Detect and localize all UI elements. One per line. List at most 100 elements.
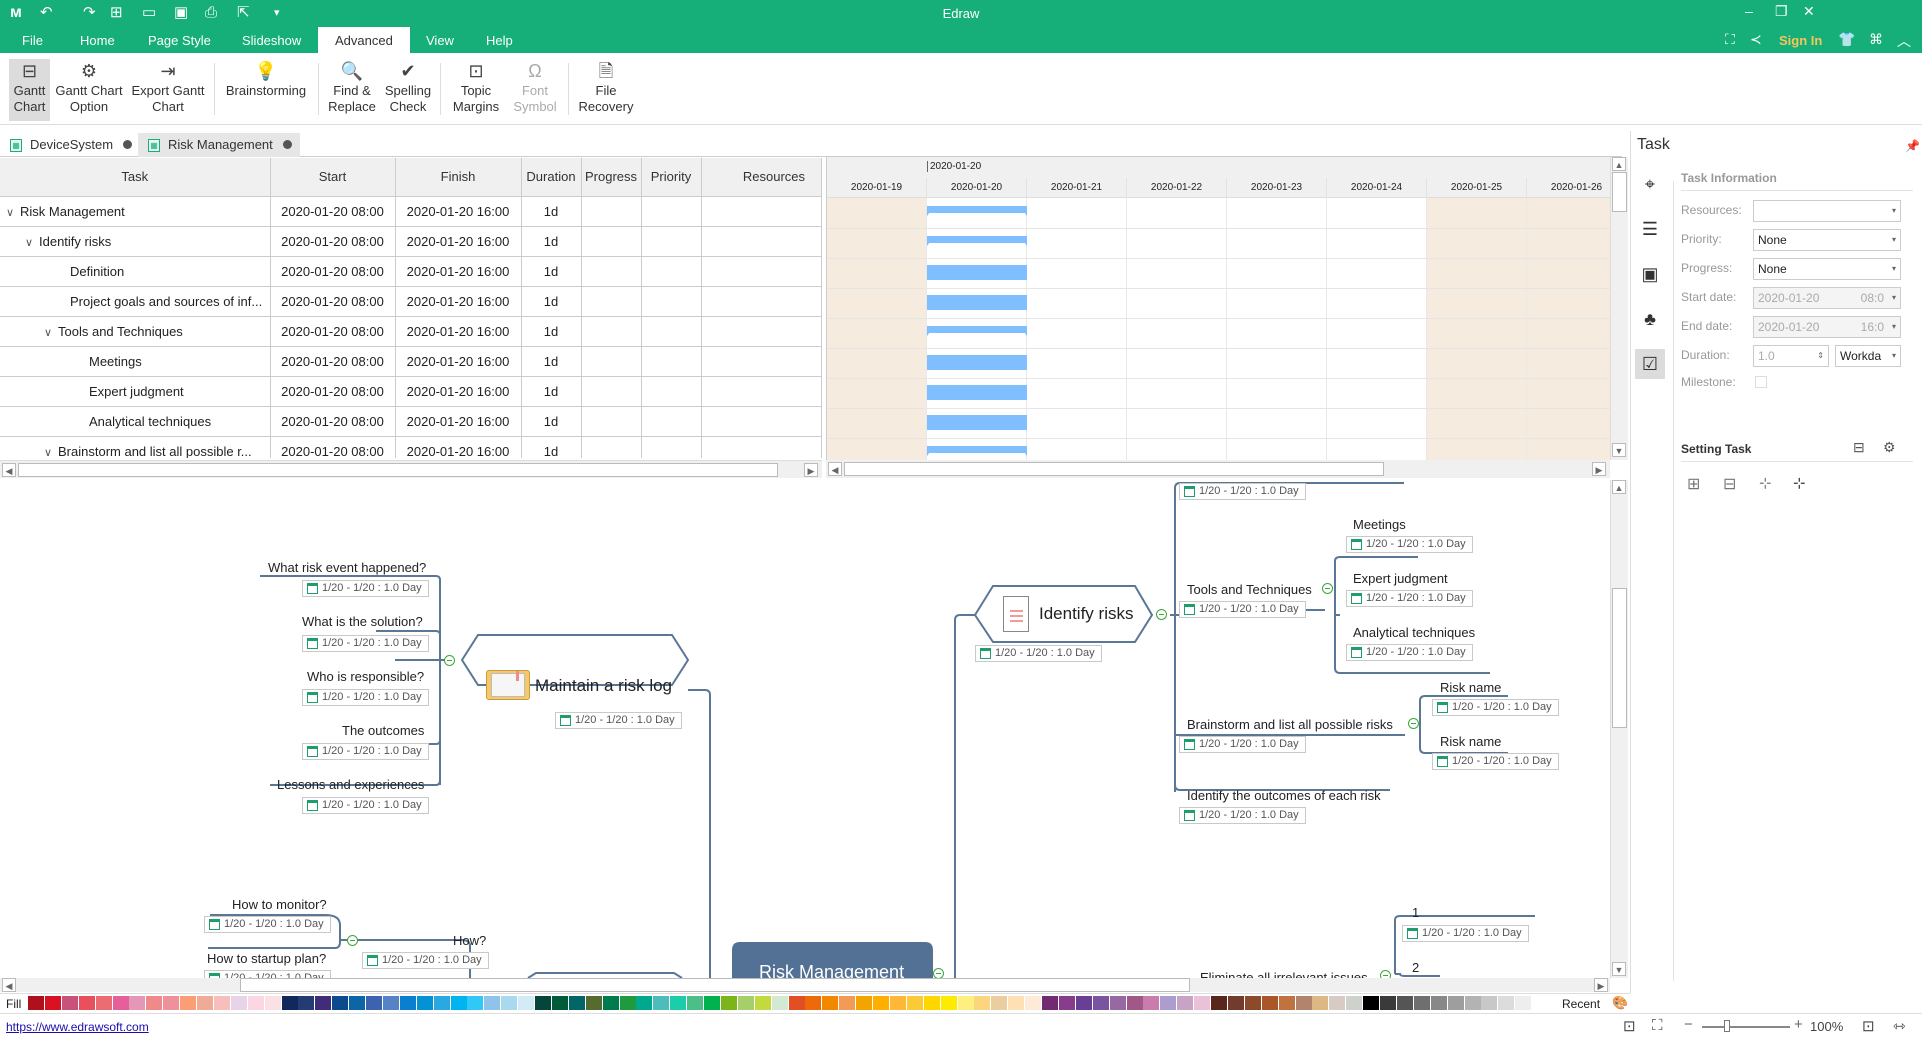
cell-start[interactable]: 2020-01-20 08:00 [270, 376, 396, 407]
color-swatch[interactable] [1396, 996, 1413, 1010]
collapse-toggle[interactable] [1380, 970, 1391, 978]
chevron-down-icon[interactable]: ∨ [44, 446, 58, 459]
recent-colors-label[interactable]: Recent [1562, 997, 1600, 1011]
central-topic[interactable]: Risk Management [759, 962, 904, 978]
color-swatch[interactable] [771, 996, 788, 1010]
color-swatch[interactable] [450, 996, 467, 1010]
cell-priority[interactable] [641, 376, 702, 407]
cell-finish[interactable]: 2020-01-20 16:00 [395, 316, 522, 347]
subtopic[interactable]: The outcomes [342, 723, 424, 738]
color-swatch[interactable] [44, 996, 61, 1010]
add-subtask-icon[interactable]: ⊹ [1759, 474, 1772, 492]
cell-resources[interactable] [701, 226, 822, 257]
remove-subtask-icon[interactable]: ⊹ [1793, 474, 1806, 492]
fullscreen-icon[interactable]: ⛶ [1652, 1017, 1663, 1034]
color-swatch[interactable] [568, 996, 585, 1010]
color-swatch[interactable] [382, 996, 399, 1010]
color-swatch[interactable] [1498, 996, 1515, 1010]
color-swatch[interactable] [1160, 996, 1177, 1010]
column-header-resources[interactable]: Resources [701, 158, 822, 197]
color-swatch[interactable] [636, 996, 653, 1010]
remove-task-icon[interactable]: ⊟ [1723, 474, 1736, 494]
export-icon[interactable]: ⇱ [237, 4, 250, 22]
color-swatch[interactable] [433, 996, 450, 1010]
cell-duration[interactable]: 1d [521, 256, 582, 287]
color-swatch[interactable] [822, 996, 839, 1010]
subtopic[interactable]: Meetings [1353, 517, 1406, 532]
cell-resources[interactable] [701, 436, 822, 458]
collapse-toggle[interactable] [347, 935, 358, 946]
subtopic[interactable]: Brainstorm and list all possible risks [1187, 717, 1393, 732]
color-swatch[interactable] [61, 996, 78, 1010]
color-swatch[interactable] [670, 996, 687, 1010]
color-swatch[interactable] [1211, 996, 1227, 1010]
color-swatch[interactable] [991, 996, 1008, 1010]
cell-start[interactable]: 2020-01-20 08:00 [270, 316, 396, 347]
cell-start[interactable]: 2020-01-20 08:00 [270, 256, 396, 287]
color-swatch[interactable] [1329, 996, 1346, 1010]
cell-task[interactable]: Expert judgment [0, 376, 271, 407]
column-header-task[interactable]: Task [0, 158, 271, 197]
color-swatch[interactable] [839, 996, 856, 1010]
color-swatch[interactable] [163, 996, 180, 1010]
cell-progress[interactable] [581, 286, 642, 317]
share-icon[interactable]: ≺ [1750, 31, 1762, 48]
menu-page-style[interactable]: Page Style [134, 27, 225, 53]
find-replace-button[interactable]: 🔍 Find & Replace [326, 59, 378, 121]
task-bar[interactable] [927, 385, 1027, 400]
column-header-progress[interactable]: Progress [581, 158, 642, 197]
scrollbar-thumb[interactable] [240, 978, 1190, 992]
color-swatch[interactable] [332, 996, 349, 1010]
font-symbol-button[interactable]: Ω Font Symbol [508, 59, 562, 121]
color-swatch[interactable] [1227, 996, 1244, 1010]
subtopic[interactable]: Lessons and experiences [277, 777, 424, 792]
cell-task[interactable]: Meetings [0, 346, 271, 377]
column-header-finish[interactable]: Finish [395, 158, 522, 197]
color-swatch[interactable] [1515, 996, 1532, 1010]
gantt-chart-option-button[interactable]: ⚙ Gantt Chart Option [54, 59, 124, 121]
color-swatch[interactable] [1363, 996, 1380, 1010]
task-bar[interactable] [927, 265, 1027, 280]
zoom-slider-track[interactable] [1702, 1026, 1790, 1028]
color-swatch[interactable] [1312, 996, 1329, 1010]
table-row[interactable]: Project goals and sources of inf... 2020-… [0, 286, 822, 317]
cell-start[interactable]: 2020-01-20 08:00 [270, 226, 396, 257]
color-swatch[interactable] [974, 996, 991, 1010]
color-swatch[interactable] [129, 996, 146, 1010]
scrollbar-thumb[interactable] [18, 463, 778, 477]
color-swatch[interactable] [1430, 996, 1447, 1010]
zoom-in-icon[interactable]: + [1794, 1016, 1803, 1033]
color-swatch[interactable] [1244, 996, 1261, 1010]
scroll-left-icon[interactable]: ◀ [2, 463, 16, 477]
color-swatch[interactable] [585, 996, 602, 1010]
scroll-up-icon[interactable]: ▲ [1612, 157, 1626, 171]
fit-window-icon[interactable]: ⊡ [1862, 1017, 1875, 1035]
customize-icon[interactable]: ▾ [274, 4, 280, 22]
chevron-down-icon[interactable]: ∨ [44, 326, 58, 339]
gantt-chart-button[interactable]: ⊟ Gantt Chart [9, 59, 50, 121]
color-swatch[interactable] [281, 996, 298, 1010]
color-swatch[interactable] [788, 996, 805, 1010]
color-swatch[interactable] [112, 996, 129, 1010]
milestone-checkbox[interactable] [1755, 376, 1767, 388]
scroll-down-icon[interactable]: ▼ [1612, 962, 1626, 976]
cell-priority[interactable] [641, 196, 702, 227]
progress-dropdown[interactable]: None ▾ [1753, 258, 1901, 280]
brainstorming-button[interactable]: 💡 Brainstorming [222, 59, 310, 121]
color-swatch[interactable] [653, 996, 670, 1010]
menu-home[interactable]: Home [66, 27, 129, 53]
cell-duration[interactable]: 1d [521, 316, 582, 347]
cell-start[interactable]: 2020-01-20 08:00 [270, 436, 396, 458]
cell-priority[interactable] [641, 316, 702, 347]
task-bar[interactable] [927, 295, 1027, 310]
tab-risk-management[interactable]: ▦ Risk Management [138, 133, 300, 157]
collapse-toggle[interactable] [933, 968, 944, 978]
color-swatch[interactable] [1075, 996, 1092, 1010]
color-swatch[interactable] [230, 996, 247, 1010]
cell-finish[interactable]: 2020-01-20 16:00 [395, 286, 522, 317]
website-link[interactable]: https://www.edrawsoft.com [6, 1020, 149, 1034]
topic-margins-button[interactable]: ⊡ Topic Margins [448, 59, 504, 121]
color-swatch[interactable] [940, 996, 957, 1010]
color-swatch[interactable] [754, 996, 771, 1010]
column-header-priority[interactable]: Priority [641, 158, 702, 197]
